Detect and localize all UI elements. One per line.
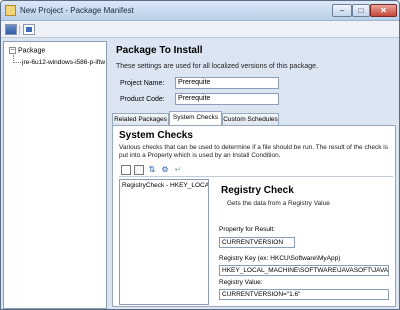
registry-value-label: Registry Value:: [219, 279, 263, 286]
tab-custom-schedules[interactable]: Custom Schedules: [222, 113, 279, 125]
product-code-label: Product Code:: [120, 96, 165, 103]
app-window: New Project - Package Manifest – □ ✕ – Pa…: [0, 0, 400, 310]
section-description: Various checks that can be used to deter…: [119, 144, 388, 159]
move-icon[interactable]: ⇅: [147, 165, 157, 175]
project-name-field[interactable]: Prerequite: [175, 77, 279, 89]
project-name-label: Project Name:: [120, 80, 165, 87]
toolbar-separator: [19, 25, 20, 35]
section-title: System Checks: [119, 130, 193, 141]
product-code-field[interactable]: Prerequite: [175, 93, 279, 105]
checks-toolbar: ⇅ ⚙ ↵: [119, 164, 393, 177]
properties-icon[interactable]: ⚙: [160, 165, 170, 175]
property-field[interactable]: CURRENTVERSION: [219, 237, 295, 248]
tree-item-package[interactable]: – Package: [9, 47, 45, 54]
minimize-button[interactable]: –: [332, 4, 352, 17]
tree-item-label: Package: [18, 47, 46, 55]
package-panel: Package To Install These settings are us…: [110, 39, 399, 309]
checks-list: RegistryCheck - HKEY_LOCAL_MACHINE\SOFTW…: [119, 179, 209, 305]
disabled-icon: ↵: [174, 165, 182, 174]
title-bar[interactable]: New Project - Package Manifest – □ ✕: [1, 1, 399, 21]
window-title: New Project - Package Manifest: [20, 6, 134, 15]
tree-item-jre[interactable]: jre-6u12-windows-i586-p-iftw: [22, 59, 106, 66]
list-item[interactable]: RegistryCheck - HKEY_LOCAL_MACHINE\SOFTW…: [122, 182, 208, 189]
window-icon: [5, 5, 16, 16]
collapse-icon[interactable]: –: [9, 47, 16, 54]
document-icon[interactable]: [134, 165, 144, 175]
save-icon[interactable]: [5, 24, 17, 35]
main-toolbar: [1, 21, 399, 38]
registry-value-field[interactable]: CURRENTVERSION="1.6": [219, 289, 389, 300]
package-icon[interactable]: [23, 24, 35, 35]
tree-connector: [13, 55, 21, 63]
maximize-button[interactable]: □: [352, 4, 370, 17]
tab-related-packages[interactable]: Related Packages: [112, 113, 169, 125]
system-checks-pane: System Checks Various checks that can be…: [112, 125, 396, 307]
close-button[interactable]: ✕: [370, 4, 397, 17]
detail-title: Registry Check: [221, 185, 294, 196]
check-detail: Registry Check Gets the data from a Regi…: [213, 179, 395, 305]
page-title: Package To Install: [116, 45, 203, 56]
registry-key-field[interactable]: HKEY_LOCAL_MACHINE\SOFTWARE\JAVASOFT\JAV…: [219, 265, 389, 276]
tab-system-checks[interactable]: System Checks: [169, 111, 222, 125]
property-label: Property for Result:: [219, 226, 275, 233]
detail-subtitle: Gets the data from a Registry Value: [227, 200, 330, 207]
package-tree: – Package jre-6u12-windows-i586-p-iftw: [3, 41, 107, 309]
registry-key-label: Registry Key (ex: HKCU\Software\MyApp): [219, 255, 341, 262]
new-check-icon[interactable]: [121, 165, 131, 175]
page-subtitle: These settings are used for all localize…: [116, 63, 318, 70]
